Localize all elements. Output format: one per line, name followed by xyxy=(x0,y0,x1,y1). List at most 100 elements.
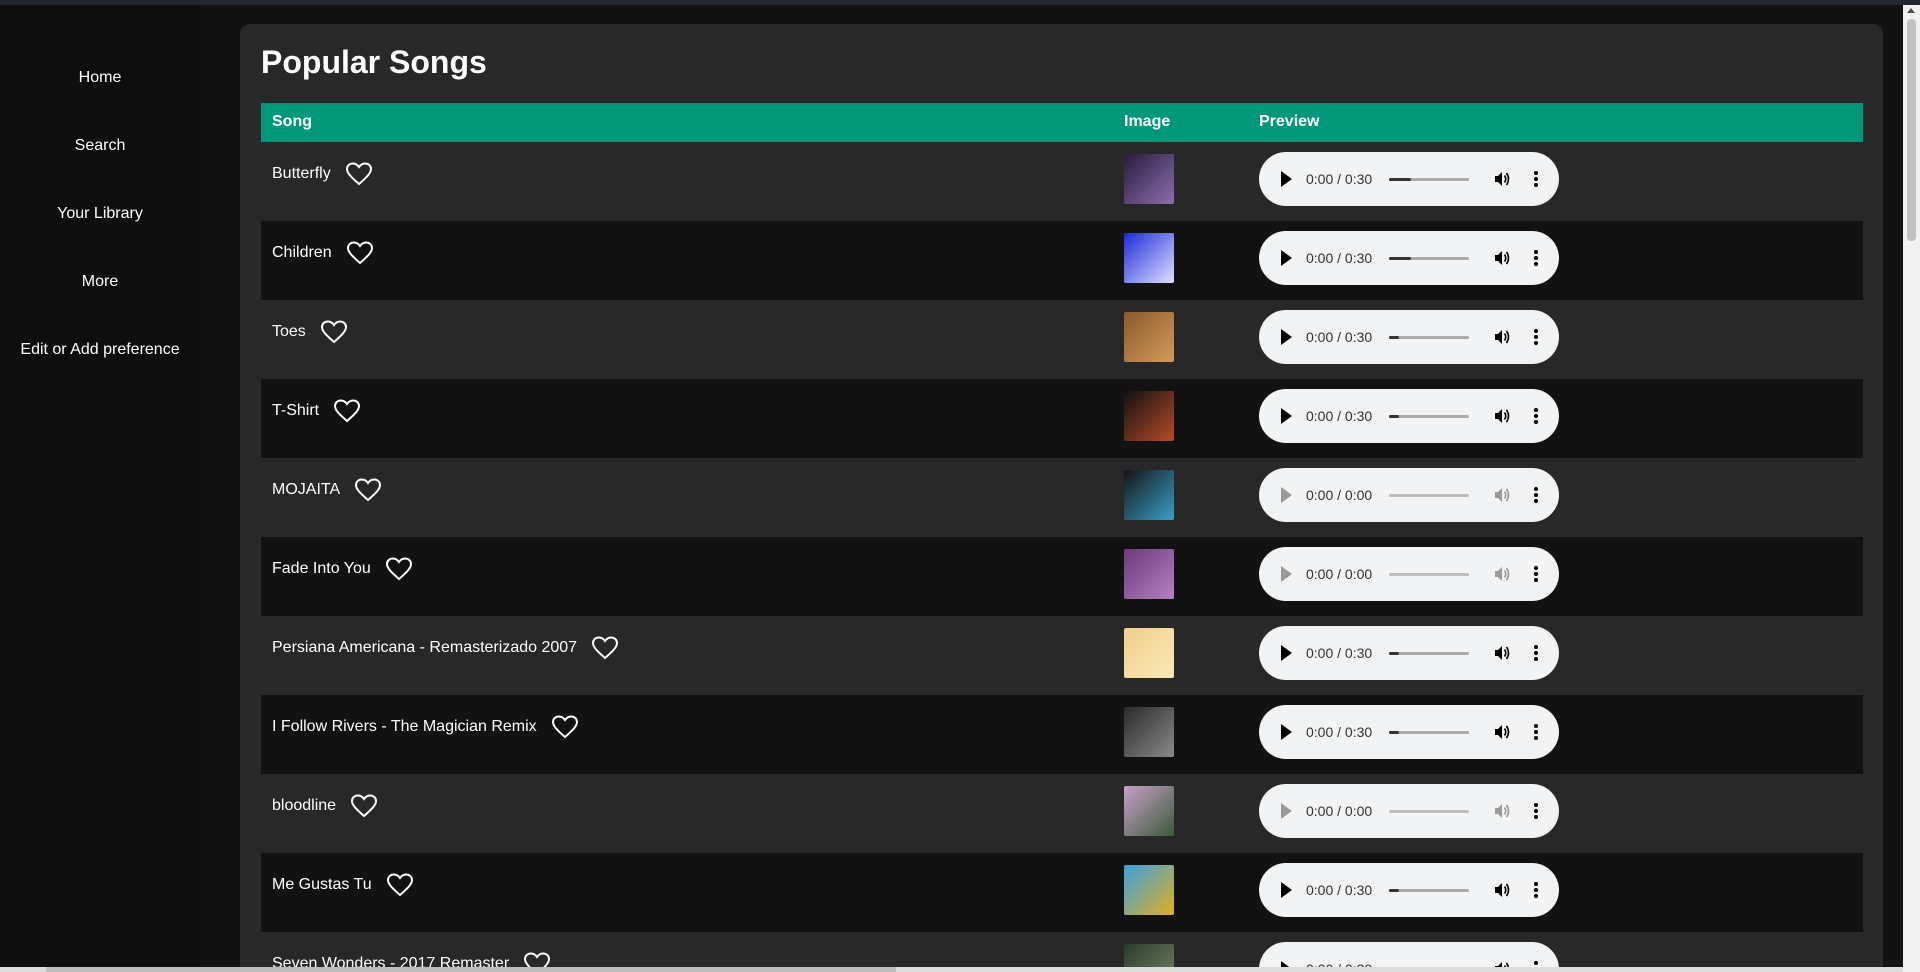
audio-player[interactable]: 0:00 / 0:30 xyxy=(1259,310,1559,364)
play-icon[interactable] xyxy=(1281,329,1292,345)
play-icon[interactable] xyxy=(1281,645,1292,661)
horizontal-scrollbar[interactable] xyxy=(0,967,1903,972)
nav-more[interactable]: More xyxy=(0,273,200,291)
scroll-up-arrow-icon[interactable] xyxy=(1907,8,1915,13)
more-options-icon[interactable] xyxy=(1534,171,1538,187)
audio-player[interactable]: 0:00 / 0:30 xyxy=(1259,705,1559,759)
table-row: Me Gustas Tu 0:00 / 0:30 xyxy=(261,853,1863,932)
volume-icon[interactable] xyxy=(1493,723,1511,741)
song-title: Me Gustas Tu xyxy=(272,876,372,893)
more-options-icon[interactable] xyxy=(1534,487,1538,503)
column-header-image: Image xyxy=(1124,113,1171,130)
audio-player[interactable]: 0:00 / 0:30 xyxy=(1259,626,1559,680)
more-options-icon[interactable] xyxy=(1534,566,1538,582)
audio-progress-fill xyxy=(1389,415,1399,418)
audio-progress-fill xyxy=(1389,178,1411,181)
song-cell: Fade Into You xyxy=(272,557,413,581)
play-icon[interactable] xyxy=(1281,724,1292,740)
audio-player[interactable]: 0:00 / 0:30 xyxy=(1259,231,1559,285)
table-row: Children 0:00 / 0:30 xyxy=(261,221,1863,300)
page-title: Popular Songs xyxy=(261,44,487,80)
audio-time: 0:00 / 0:30 xyxy=(1306,250,1373,266)
heart-icon[interactable] xyxy=(346,241,374,265)
album-art xyxy=(1124,312,1174,362)
volume-icon[interactable] xyxy=(1493,802,1511,820)
more-options-icon[interactable] xyxy=(1534,408,1538,424)
nav-home[interactable]: Home xyxy=(0,69,200,87)
volume-icon[interactable] xyxy=(1493,565,1511,583)
audio-player[interactable]: 0:00 / 0:00 xyxy=(1259,468,1559,522)
audio-progress-slider[interactable] xyxy=(1389,573,1469,576)
audio-time: 0:00 / 0:30 xyxy=(1306,724,1373,740)
scrollbar-thumb[interactable] xyxy=(1907,19,1916,241)
volume-icon[interactable] xyxy=(1493,407,1511,425)
song-cell: Toes xyxy=(272,320,348,344)
heart-icon[interactable] xyxy=(320,320,348,344)
audio-time: 0:00 / 0:30 xyxy=(1306,882,1373,898)
volume-icon[interactable] xyxy=(1493,644,1511,662)
horizontal-scrollbar-thumb[interactable] xyxy=(46,967,896,972)
more-options-icon[interactable] xyxy=(1534,250,1538,266)
song-title: T-Shirt xyxy=(272,402,320,419)
nav-your-library[interactable]: Your Library xyxy=(0,205,200,223)
vertical-scrollbar[interactable] xyxy=(1903,5,1920,972)
column-header-song: Song xyxy=(272,113,312,130)
play-icon[interactable] xyxy=(1281,408,1292,424)
table-row: Persiana Americana - Remasterizado 2007 0… xyxy=(261,616,1863,695)
volume-icon[interactable] xyxy=(1493,328,1511,346)
audio-progress-slider[interactable] xyxy=(1389,336,1469,339)
volume-icon[interactable] xyxy=(1493,486,1511,504)
audio-progress-fill xyxy=(1389,336,1399,339)
heart-icon[interactable] xyxy=(386,873,414,897)
audio-progress-slider[interactable] xyxy=(1389,178,1469,181)
audio-time: 0:00 / 0:00 xyxy=(1306,566,1373,582)
audio-player[interactable]: 0:00 / 0:30 xyxy=(1259,863,1559,917)
play-icon[interactable] xyxy=(1281,171,1292,187)
more-options-icon[interactable] xyxy=(1534,329,1538,345)
heart-icon[interactable] xyxy=(354,478,382,502)
audio-progress-slider[interactable] xyxy=(1389,889,1469,892)
audio-time: 0:00 / 0:00 xyxy=(1306,487,1373,503)
song-cell: MOJAITA xyxy=(272,478,382,502)
volume-icon[interactable] xyxy=(1493,881,1511,899)
song-title: Butterfly xyxy=(272,165,331,182)
play-icon[interactable] xyxy=(1281,250,1292,266)
audio-player[interactable]: 0:00 / 0:30 xyxy=(1259,152,1559,206)
more-options-icon[interactable] xyxy=(1534,882,1538,898)
window-top-bar xyxy=(0,0,1920,5)
audio-progress-slider[interactable] xyxy=(1389,810,1469,813)
play-icon[interactable] xyxy=(1281,803,1292,819)
more-options-icon[interactable] xyxy=(1534,645,1538,661)
table-row: Toes 0:00 / 0:30 xyxy=(261,300,1863,379)
nav-edit-preference[interactable]: Edit or Add preference xyxy=(0,341,200,359)
heart-icon[interactable] xyxy=(333,399,361,423)
main-panel: Popular Songs Song Image Preview Butterf… xyxy=(240,24,1883,972)
heart-icon[interactable] xyxy=(345,162,373,186)
album-art xyxy=(1124,865,1174,915)
volume-icon[interactable] xyxy=(1493,249,1511,267)
more-options-icon[interactable] xyxy=(1534,803,1538,819)
volume-icon[interactable] xyxy=(1493,170,1511,188)
audio-progress-slider[interactable] xyxy=(1389,494,1469,497)
audio-progress-fill xyxy=(1389,257,1411,260)
heart-icon[interactable] xyxy=(385,557,413,581)
more-options-icon[interactable] xyxy=(1534,724,1538,740)
nav-search[interactable]: Search xyxy=(0,137,200,155)
play-icon[interactable] xyxy=(1281,566,1292,582)
audio-progress-slider[interactable] xyxy=(1389,731,1469,734)
audio-player[interactable]: 0:00 / 0:00 xyxy=(1259,547,1559,601)
heart-icon[interactable] xyxy=(591,636,619,660)
play-icon[interactable] xyxy=(1281,487,1292,503)
play-icon[interactable] xyxy=(1281,882,1292,898)
heart-icon[interactable] xyxy=(551,715,579,739)
song-cell: bloodline xyxy=(272,794,378,818)
audio-player[interactable]: 0:00 / 0:00 xyxy=(1259,784,1559,838)
heart-icon[interactable] xyxy=(350,794,378,818)
audio-progress-slider[interactable] xyxy=(1389,257,1469,260)
audio-progress-slider[interactable] xyxy=(1389,652,1469,655)
audio-player[interactable]: 0:00 / 0:30 xyxy=(1259,389,1559,443)
table-row: MOJAITA 0:00 / 0:00 xyxy=(261,458,1863,537)
audio-progress-slider[interactable] xyxy=(1389,415,1469,418)
table-row: I Follow Rivers - The Magician Remix 0:00… xyxy=(261,695,1863,774)
song-title: Toes xyxy=(272,323,306,340)
